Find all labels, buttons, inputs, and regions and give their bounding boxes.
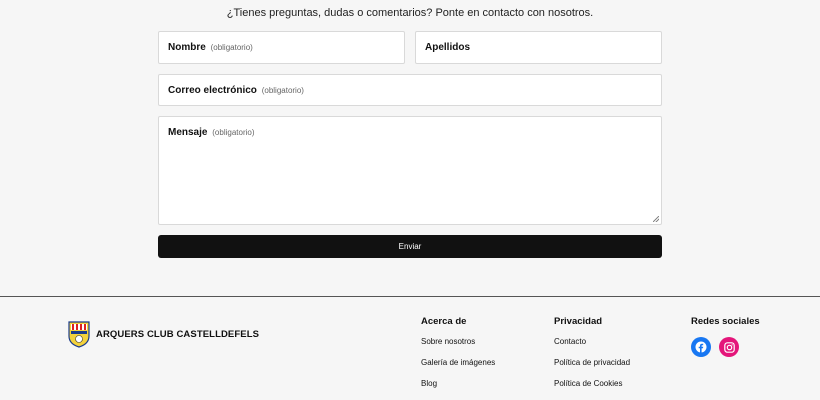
cookies-policy-link[interactable]: Política de Cookies — [554, 379, 630, 400]
social-heading: Redes sociales — [691, 316, 760, 327]
resize-handle-icon[interactable] — [653, 216, 659, 222]
footer-divider — [0, 296, 820, 297]
required-hint: (obligatorio) — [212, 128, 255, 137]
footer-brand[interactable]: ARQUERS CLUB CASTELLDEFELS — [68, 320, 259, 348]
last-name-field[interactable]: Apellidos — [415, 31, 662, 64]
brand-name: ARQUERS CLUB CASTELLDEFELS — [96, 328, 260, 340]
required-hint: (obligatorio) — [210, 43, 253, 52]
last-name-label: Apellidos — [425, 42, 471, 53]
privacy-heading: Privacidad — [554, 316, 603, 327]
privacy-policy-link[interactable]: Política de privacidad — [554, 358, 630, 379]
about-link[interactable]: Sobre nosotros — [421, 337, 495, 358]
email-field[interactable]: Correo electrónico (obligatorio) — [158, 74, 662, 106]
contact-intro: ¿Tienes preguntas, dudas o comentarios? … — [226, 7, 594, 19]
message-textarea[interactable]: Mensaje (obligatorio) — [158, 116, 662, 225]
footer-about-column: Acerca de Sobre nosotros Galería de imág… — [421, 316, 495, 400]
contact-link[interactable]: Contacto — [554, 337, 630, 358]
social-icons — [691, 337, 760, 357]
club-crest-icon — [68, 321, 90, 348]
gallery-link[interactable]: Galería de imágenes — [421, 358, 495, 379]
first-name-field[interactable]: Nombre (obligatorio) — [158, 31, 405, 64]
instagram-icon[interactable] — [719, 337, 739, 357]
message-label: Mensaje — [168, 127, 208, 138]
footer-privacy-column: Privacidad Contacto Política de privacid… — [554, 316, 630, 400]
blog-link[interactable]: Blog — [421, 379, 495, 400]
footer-social-column: Redes sociales — [691, 316, 760, 357]
about-heading: Acerca de — [421, 316, 467, 327]
required-hint: (obligatorio) — [261, 86, 304, 95]
facebook-icon[interactable] — [691, 337, 711, 357]
submit-button[interactable]: Enviar — [158, 235, 662, 258]
email-label: Correo electrónico — [168, 85, 257, 96]
first-name-label: Nombre — [168, 42, 206, 53]
